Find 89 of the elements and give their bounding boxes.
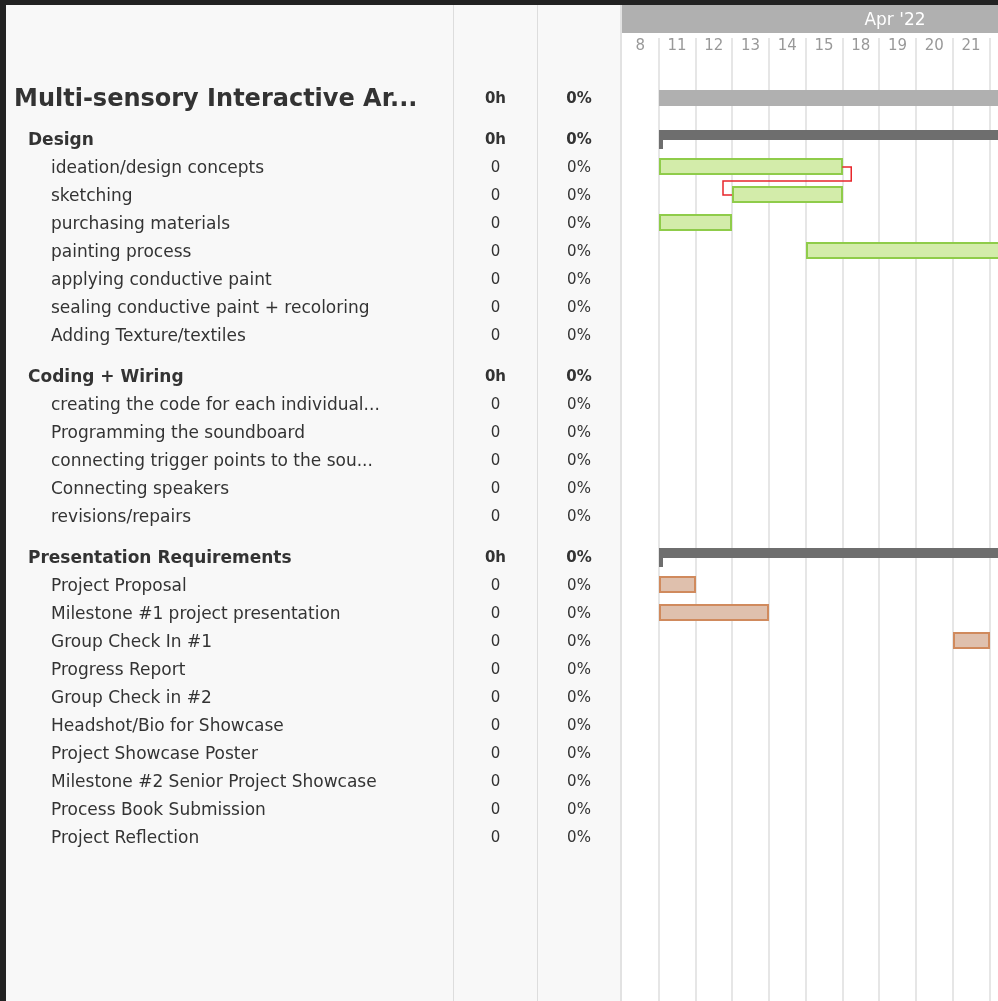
- task-name: purchasing materials: [50, 212, 232, 235]
- hours-value: 0: [490, 576, 501, 594]
- day-label: 18: [850, 35, 872, 56]
- percent-value: 0%: [567, 395, 591, 413]
- month-label: Apr '22: [864, 9, 926, 29]
- percent-value: 0%: [567, 632, 591, 650]
- hours-value: 0h: [484, 89, 507, 107]
- hours-value: 0: [490, 660, 501, 678]
- hours-value: 0: [490, 270, 501, 288]
- percent-value: 0%: [567, 688, 591, 706]
- percent-value: 0%: [567, 451, 591, 469]
- hours-value: 0: [490, 507, 501, 525]
- hours-value: 0: [490, 326, 501, 344]
- task-name: Adding Texture/textiles: [50, 324, 247, 347]
- day-label: 15: [813, 35, 835, 56]
- percent-value: 0%: [567, 800, 591, 818]
- percent-value: 0%: [566, 367, 592, 385]
- percent-value: 0%: [567, 716, 591, 734]
- task-name: Process Book Submission: [50, 798, 267, 821]
- task-name: painting process: [50, 240, 193, 263]
- hours-value: 0: [490, 186, 501, 204]
- task-name: sketching: [50, 184, 134, 207]
- percent-value: 0%: [566, 548, 592, 566]
- hours-value: 0: [490, 800, 501, 818]
- percent-value: 0%: [567, 744, 591, 762]
- percent-value: 0%: [567, 326, 591, 344]
- percent-value: 0%: [567, 576, 591, 594]
- task-name: Headshot/Bio for Showcase: [50, 714, 285, 737]
- percent-value: 0%: [567, 270, 591, 288]
- hours-value: 0: [490, 744, 501, 762]
- task-name: Project Showcase Poster: [50, 742, 259, 765]
- percent-value: 0%: [567, 604, 591, 622]
- day-label: 19: [887, 35, 909, 56]
- task-name: Programming the soundboard: [50, 421, 306, 444]
- hours-value: 0h: [484, 367, 507, 385]
- hours-value: 0: [490, 604, 501, 622]
- task-name: applying conductive paint: [50, 268, 273, 291]
- hours-value: 0: [490, 772, 501, 790]
- group-name: Design: [27, 128, 95, 151]
- percent-value: 0%: [566, 130, 592, 148]
- hours-value: 0: [490, 395, 501, 413]
- hours-value: 0: [490, 298, 501, 316]
- percent-value: 0%: [567, 214, 591, 232]
- hours-value: 0: [490, 716, 501, 734]
- task-name: Group Check in #2: [50, 686, 213, 709]
- task-name: Project Proposal: [50, 574, 188, 597]
- task-name: ideation/design concepts: [50, 156, 266, 179]
- day-label: 12: [703, 35, 725, 56]
- percent-value: 0%: [567, 186, 591, 204]
- project-title: Multi-sensory Interactive Ar...: [13, 84, 419, 112]
- day-label: 13: [740, 35, 762, 56]
- day-label: 21: [960, 35, 982, 56]
- hours-value: 0: [490, 158, 501, 176]
- hours-value: 0: [490, 688, 501, 706]
- day-label: 11: [666, 35, 688, 56]
- percent-value: 0%: [567, 507, 591, 525]
- hours-value: 0h: [484, 130, 507, 148]
- hours-value: 0: [490, 632, 501, 650]
- group-name: Coding + Wiring: [27, 365, 185, 388]
- hours-value: 0: [490, 479, 501, 497]
- task-name: Connecting speakers: [50, 477, 231, 500]
- percent-value: 0%: [567, 828, 591, 846]
- percent-value: 0%: [567, 158, 591, 176]
- percent-value: 0%: [567, 242, 591, 260]
- group-name: Presentation Requirements: [27, 546, 293, 569]
- percent-value: 0%: [567, 660, 591, 678]
- task-name: Progress Report: [50, 658, 187, 681]
- hours-value: 0h: [484, 548, 507, 566]
- task-name: revisions/repairs: [50, 505, 193, 528]
- task-name: Milestone #1 project presentation: [50, 602, 342, 625]
- percent-value: 0%: [567, 423, 591, 441]
- percent-value: 0%: [567, 479, 591, 497]
- hours-value: 0: [490, 423, 501, 441]
- percent-value: 0%: [567, 298, 591, 316]
- day-label: 14: [776, 35, 798, 56]
- percent-value: 0%: [567, 772, 591, 790]
- task-name: Group Check In #1: [50, 630, 214, 653]
- hours-value: 0: [490, 828, 501, 846]
- task-name: Milestone #2 Senior Project Showcase: [50, 770, 378, 793]
- task-name: Project Reflection: [50, 826, 201, 849]
- task-name: connecting trigger points to the sou...: [50, 449, 374, 472]
- hours-value: 0: [490, 242, 501, 260]
- day-label: 8: [634, 35, 647, 56]
- task-name: creating the code for each individual...: [50, 393, 381, 416]
- hours-value: 0: [490, 451, 501, 469]
- day-label: 20: [923, 35, 945, 56]
- task-name: sealing conductive paint + recoloring: [50, 296, 371, 319]
- percent-value: 0%: [566, 89, 592, 107]
- hours-value: 0: [490, 214, 501, 232]
